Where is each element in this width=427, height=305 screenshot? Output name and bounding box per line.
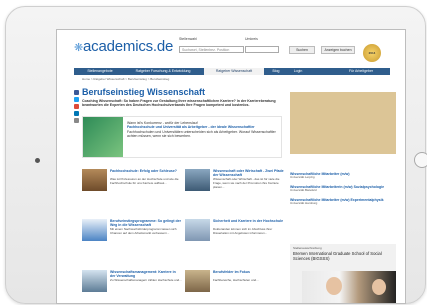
nav-item-research[interactable]: Ratgeber Forschung & Entwicklung: [124, 68, 202, 75]
featured-article[interactable]: Wann ist's Konkurrenz - wofür der Lebens…: [82, 116, 282, 158]
article-title[interactable]: Fachhochschule: Erfolg oder Schleuse?: [110, 169, 182, 173]
article-card[interactable]: Berufsfelder im Fokus Fachbereiche, Hoch…: [185, 270, 285, 303]
intro-text: Coaching Wissenschaft: So haben Fragen z…: [82, 99, 276, 108]
article-card[interactable]: Fachhochschule: Erfolg oder Schleuse? Wa…: [82, 169, 182, 205]
person-face: [372, 279, 386, 295]
main-nav: Stellenangebote Ratgeber Forschung & Ent…: [74, 68, 390, 75]
browser-screen: ❋academics.de Stellenwahl Umkreis Suchwo…: [56, 29, 406, 304]
article-card[interactable]: Wissenschaftsmanagement: Karriere in der…: [82, 270, 182, 303]
twitter-icon[interactable]: [74, 97, 79, 102]
location-label: Umkreis: [245, 37, 258, 41]
article-image: [82, 219, 107, 241]
article-image: [185, 219, 210, 241]
site-header: ❋academics.de Stellenwahl Umkreis Suchwo…: [57, 30, 405, 68]
location-input[interactable]: [245, 46, 279, 53]
page-title: Berufseinstieg Wissenschaft: [82, 87, 205, 97]
nav-item-science[interactable]: Ratgeber Wissenschaft: [204, 68, 264, 75]
event-title[interactable]: Bremen International Graduate School of …: [293, 251, 393, 261]
article-text: Wissenschaft oder Wirtschaft - das ist f…: [213, 177, 280, 189]
article-image: [185, 270, 210, 292]
article-text: Doktoranden können sich im Abschluss ihr…: [213, 227, 273, 235]
event-teaser[interactable]: Stellenausschreibung Bremen Internationa…: [290, 244, 396, 303]
article-text: Was ist Professuren an der Hochschule un…: [110, 177, 179, 185]
sidebar-job-list: Wissenschaftliche Mitarbeiter (m/w) Univ…: [290, 172, 396, 210]
article-image: [185, 169, 210, 191]
google-plus-icon[interactable]: [74, 104, 79, 109]
search-input[interactable]: Suchwort, Stellenbez. Position: [179, 46, 244, 53]
facebook-icon[interactable]: [74, 90, 79, 95]
featured-image: [83, 117, 123, 157]
sidebar-job-employer: Universität Leipzig: [290, 175, 315, 180]
article-text: Fachbereiche, Hochschulen und...: [213, 278, 259, 282]
article-image: [82, 169, 107, 191]
tablet-frame: ❋academics.de Stellenwahl Umkreis Suchwo…: [5, 6, 427, 304]
featured-body: Fachhochschulen und Universitäten unters…: [127, 129, 276, 138]
article-card[interactable]: Berufseinstiegsprogramme: So gelingt der…: [82, 219, 182, 255]
article-text: Mit einem Nachwuchsförderprogramm lassen…: [110, 227, 177, 235]
site-logo[interactable]: ❋academics.de: [74, 38, 173, 55]
featured-title[interactable]: Fachhochschule und Universität als Arbei…: [127, 125, 277, 129]
article-card[interactable]: Sicherheit und Karriere in der Hochschul…: [185, 219, 285, 255]
person-face: [326, 277, 342, 295]
featured-text-block: Wann ist's Konkurrenz - wofür der Lebens…: [127, 121, 277, 138]
article-text: Zu Wissenschaftsmanagern zählen Hochschu…: [110, 278, 182, 282]
ad-banner[interactable]: [290, 92, 396, 154]
camera-icon: [35, 158, 40, 163]
nav-item-blog[interactable]: Blog: [266, 68, 286, 75]
article-card[interactable]: Wissenschaft oder Wirtschaft - Zwei Pfad…: [185, 169, 285, 205]
nav-item-jobs[interactable]: Stellenangebote: [78, 68, 122, 75]
search-label: Stellenwahl: [179, 37, 197, 41]
logo-mark-icon: ❋: [74, 42, 84, 54]
home-button[interactable]: [414, 152, 427, 168]
search-button[interactable]: Suchen: [289, 46, 315, 54]
event-photo: [302, 271, 396, 303]
linkedin-icon[interactable]: [74, 111, 79, 116]
email-icon[interactable]: [74, 118, 79, 123]
article-title[interactable]: Berufsfelder im Fokus: [213, 270, 285, 274]
logo-text: academics.de: [83, 38, 174, 55]
breadcrumb: Home > Ratgeber Wissenschaft > Berufsein…: [82, 77, 170, 81]
article-title[interactable]: Sicherheit und Karriere in der Hochschul…: [213, 219, 285, 223]
sidebar-job-employer: Universität Bielefeld: [290, 188, 317, 192]
article-image: [82, 270, 107, 292]
nav-item-login[interactable]: Login: [288, 68, 308, 75]
award-badge-icon: 2014: [363, 44, 381, 62]
event-label: Stellenausschreibung: [293, 246, 322, 250]
post-ad-button[interactable]: Anzeigen buchen: [321, 46, 355, 54]
nav-item-employers[interactable]: Für Arbeitgeber: [336, 68, 386, 75]
sidebar-job-employer: Universität Hamburg: [290, 200, 318, 205]
